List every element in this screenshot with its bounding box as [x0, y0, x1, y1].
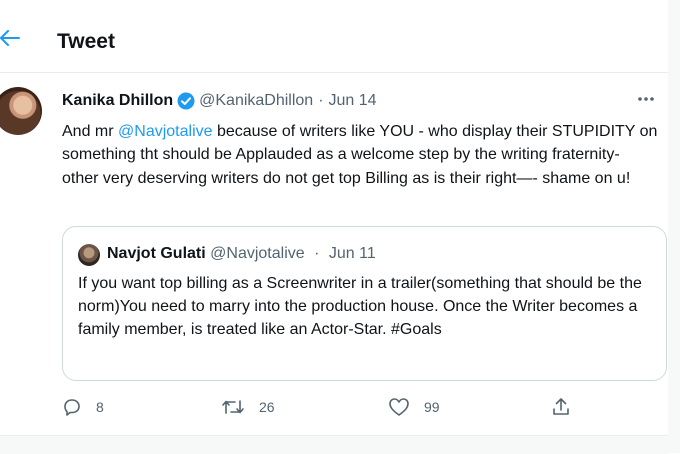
author-handle[interactable]: @KanikaDhillon [199, 92, 313, 110]
separator-dot: · [318, 92, 324, 109]
tweet-actions: 8 26 99 [62, 397, 582, 421]
quoted-separator-dot: · [314, 245, 320, 262]
tweet-author-line: Kanika Dhillon @KanikaDhillon · Jun 14 [62, 92, 377, 110]
quoted-author-handle: @Navjotalive [210, 245, 305, 262]
tweet-text-prefix: And mr [62, 123, 119, 140]
like-count: 99 [424, 399, 440, 415]
heart-icon [388, 397, 410, 417]
tweet-text: And mr @Navjotalive because of writers l… [62, 120, 658, 190]
retweet-icon [221, 397, 245, 417]
back-button[interactable] [0, 29, 26, 51]
avatar[interactable] [0, 87, 42, 135]
page-title: Tweet [57, 30, 115, 53]
quoted-avatar[interactable] [78, 244, 100, 266]
more-options-button[interactable] [634, 89, 658, 107]
right-gutter [668, 0, 680, 453]
quoted-tweet[interactable]: Navjot Gulati @Navjotalive · Jun 11 If y… [62, 226, 667, 381]
share-icon [551, 397, 571, 417]
share-button[interactable] [551, 397, 571, 417]
quoted-author-line: Navjot Gulati @Navjotalive · Jun 11 [107, 245, 376, 263]
arrow-left-icon [0, 29, 20, 51]
retweet-count: 26 [259, 399, 275, 415]
tweet[interactable]: Kanika Dhillon @KanikaDhillon · Jun 14 A… [0, 73, 669, 435]
author-name[interactable]: Kanika Dhillon [62, 92, 173, 110]
quoted-text: If you want top billing as a Screenwrite… [78, 275, 642, 338]
timeline-divider [0, 435, 668, 454]
retweet-button[interactable]: 26 [221, 397, 275, 417]
verified-badge-icon [177, 92, 195, 110]
mention-link[interactable]: @Navjotalive [118, 123, 213, 140]
reply-icon [62, 397, 82, 417]
reply-button[interactable]: 8 [62, 397, 104, 417]
reply-count: 8 [96, 399, 104, 415]
quoted-date: Jun 11 [328, 245, 376, 262]
page-header: Tweet [0, 0, 669, 73]
like-button[interactable]: 99 [388, 397, 440, 417]
quoted-author-name: Navjot Gulati [107, 245, 206, 262]
more-dots-icon [637, 89, 655, 107]
tweet-date[interactable]: Jun 14 [329, 92, 377, 110]
